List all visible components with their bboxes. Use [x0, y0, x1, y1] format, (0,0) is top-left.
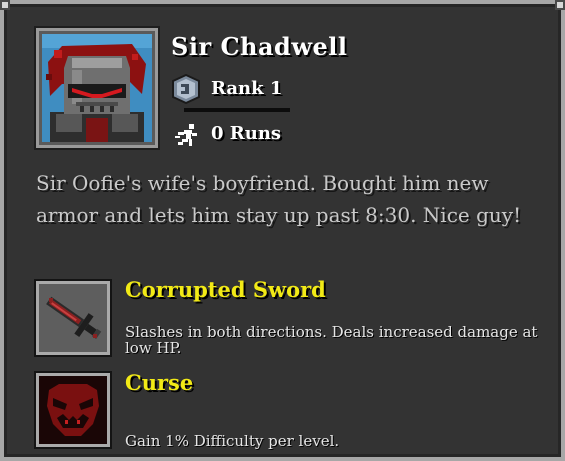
- ability-title: Corrupted Sword: [125, 277, 326, 302]
- ability-icon-curse: [36, 373, 110, 447]
- character-description: Sir Oofie's wife's boyfriend. Bought him…: [36, 171, 522, 227]
- rank-label: Rank 1: [211, 78, 283, 99]
- rank-badge-icon: [172, 74, 200, 104]
- rank-divider: [184, 108, 290, 112]
- ability-description: Gain 1% Difficulty per level.: [125, 432, 340, 450]
- curse-face-icon: [39, 376, 107, 444]
- panel-corner-rivet: [0, 0, 10, 10]
- runs-label: 0 Runs: [211, 123, 282, 144]
- ability-description: Slashes in both directions. Deals increa…: [125, 323, 538, 357]
- ability-title: Curse: [125, 370, 194, 395]
- character-info-panel: Sir Chadwell Rank 1 0 Runs Sir Oofie's w…: [0, 0, 565, 461]
- character-name: Sir Chadwell: [171, 32, 348, 61]
- character-portrait: [36, 28, 158, 148]
- running-man-icon: [175, 124, 197, 146]
- ability-icon-corrupted-sword: [36, 281, 110, 355]
- panel-corner-rivet: [555, 0, 565, 10]
- knight-helmet-icon: [42, 34, 152, 142]
- corrupted-sword-icon: [39, 284, 107, 352]
